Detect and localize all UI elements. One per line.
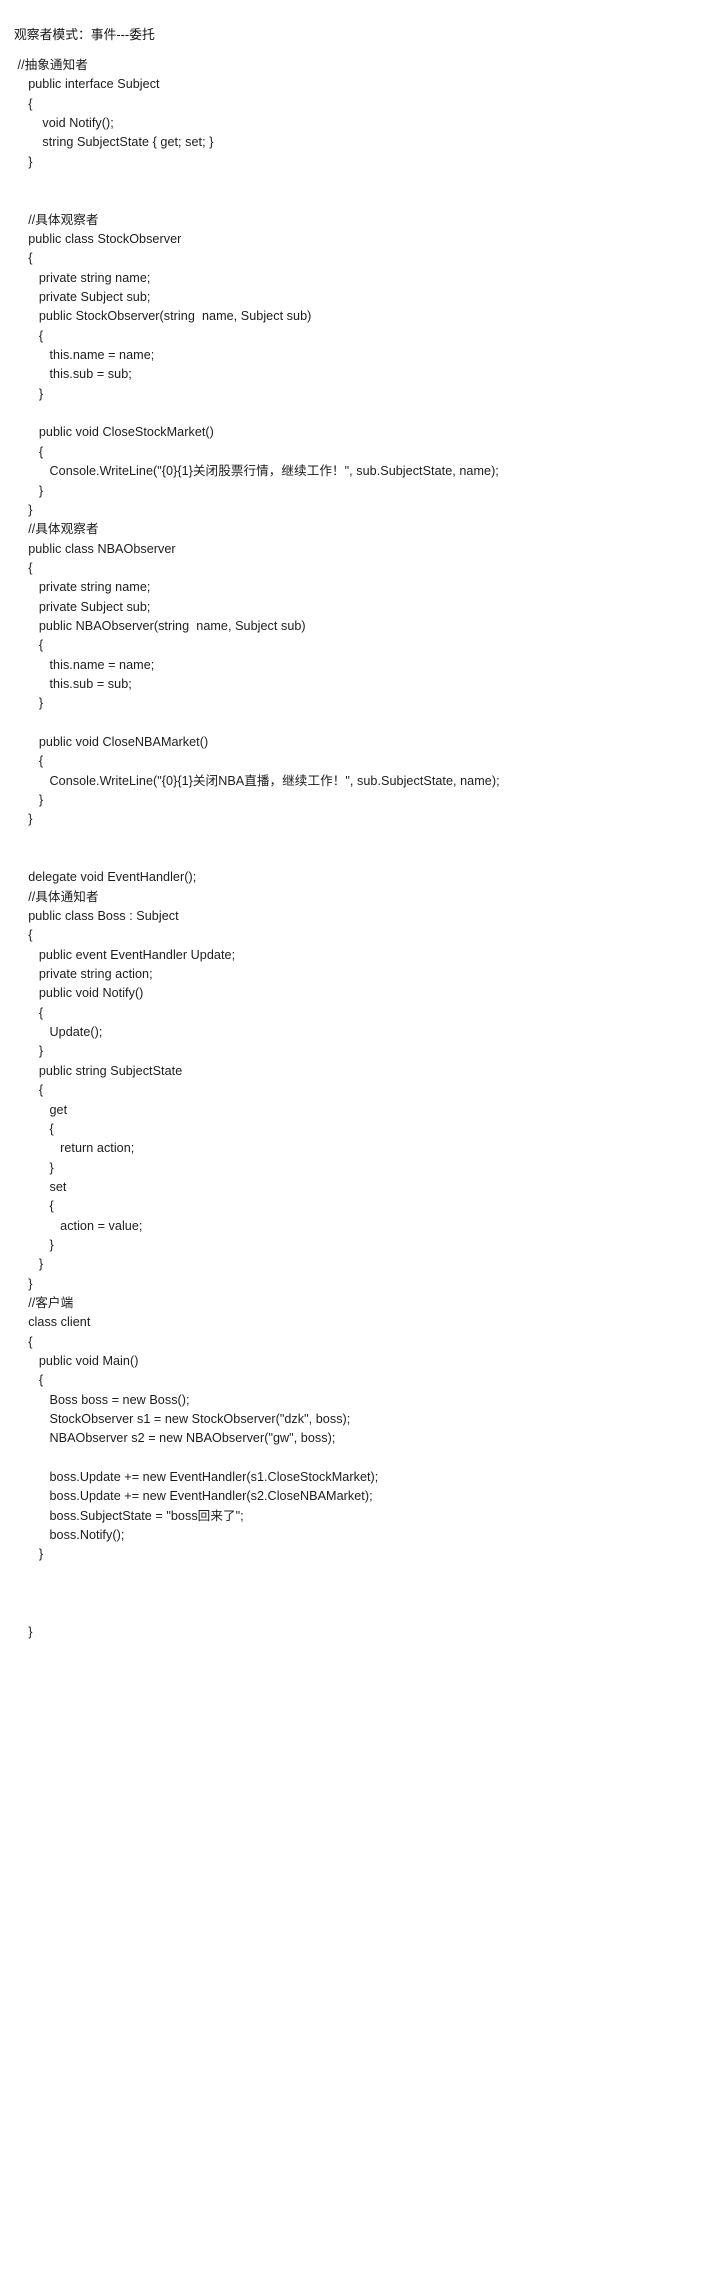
code-line: } xyxy=(14,1276,33,1291)
code-line: NBAObserver s2 = new NBAObserver("gw", b… xyxy=(14,1431,336,1446)
code-line: get xyxy=(14,1102,68,1117)
code-line: } xyxy=(14,793,44,807)
code-line: { xyxy=(14,928,33,943)
code-line: this.sub = sub; xyxy=(14,676,132,691)
code-line: this.name = name; xyxy=(14,657,155,672)
code-line: { xyxy=(14,444,44,459)
code-line: class client xyxy=(14,1315,91,1330)
code-line: } xyxy=(14,1160,54,1175)
code-line: { xyxy=(14,1334,33,1349)
code-line: public string SubjectState xyxy=(14,1063,183,1078)
code-line: public class StockObserver xyxy=(14,232,182,247)
code-line: public void Main() xyxy=(14,1353,139,1368)
code-line: private Subject sub; xyxy=(14,599,151,614)
code-line: { xyxy=(14,1373,44,1388)
code-line: } xyxy=(14,502,33,517)
code-listing: //抽象通知者 public interface Subject { void … xyxy=(14,56,695,1642)
code-line: Console.WriteLine("{0}{1}关闭NBA直播，继续工作！",… xyxy=(14,773,500,788)
code-line: Boss boss = new Boss(); xyxy=(14,1392,190,1407)
code-line: this.name = name; xyxy=(14,348,155,363)
code-line: delegate void EventHandler(); xyxy=(14,870,197,885)
code-line: } xyxy=(14,1257,44,1272)
code-line: public void CloseNBAMarket() xyxy=(14,734,209,749)
code-line: } xyxy=(14,386,44,401)
code-line: //具体通知者 xyxy=(14,889,99,904)
code-line: { xyxy=(14,1083,44,1098)
code-line: } xyxy=(14,812,33,827)
code-line: private string action; xyxy=(14,967,153,982)
code-line: public event EventHandler Update; xyxy=(14,947,236,962)
code-line: public interface Subject xyxy=(14,77,160,92)
code-line: boss.Notify(); xyxy=(14,1528,125,1543)
code-line: { xyxy=(14,1121,54,1136)
code-line: public NBAObserver(string name, Subject … xyxy=(14,618,306,633)
code-line: { xyxy=(14,328,44,343)
code-line: { xyxy=(14,251,33,266)
code-line: private string name; xyxy=(14,270,151,285)
code-line: action = value; xyxy=(14,1218,143,1233)
code-line: StockObserver s1 = new StockObserver("dz… xyxy=(14,1412,351,1426)
page-title: 观察者模式：事件---委托 xyxy=(14,27,155,42)
code-line: //客户端 xyxy=(14,1295,74,1310)
code-line: { xyxy=(14,560,33,575)
code-line: this.sub = sub; xyxy=(14,367,132,382)
code-line: public class Boss : Subject xyxy=(14,909,179,924)
code-line: string SubjectState { get; set; } xyxy=(14,135,214,150)
code-line: public void Notify() xyxy=(14,986,144,1001)
code-line: set xyxy=(14,1179,67,1194)
code-line: { xyxy=(14,96,33,111)
code-line: } xyxy=(14,1237,54,1252)
code-line: } xyxy=(14,696,44,711)
code-line: boss.Update += new EventHandler(s2.Close… xyxy=(14,1489,373,1504)
code-line: { xyxy=(14,1199,54,1214)
code-line: { xyxy=(14,1005,44,1020)
code-line: //抽象通知者 xyxy=(14,57,88,72)
code-line: boss.SubjectState = "boss回来了"; xyxy=(14,1508,244,1523)
code-line: } xyxy=(14,483,44,498)
code-line: public void CloseStockMarket() xyxy=(14,425,214,440)
code-page: 观察者模式：事件---委托 //抽象通知者 public interface S… xyxy=(0,0,701,2269)
code-line: { xyxy=(14,638,44,653)
code-line: Console.WriteLine("{0}{1}关闭股票行情，继续工作！", … xyxy=(14,464,499,479)
code-line: boss.Update += new EventHandler(s1.Close… xyxy=(14,1470,379,1485)
code-line: void Notify(); xyxy=(14,115,114,130)
code-line: } xyxy=(14,1044,44,1059)
code-line: public class NBAObserver xyxy=(14,541,176,556)
code-line: //具体观察者 xyxy=(14,212,99,227)
code-line: } xyxy=(14,1624,33,1639)
code-line: } xyxy=(14,154,33,169)
code-line: public StockObserver(string name, Subjec… xyxy=(14,309,312,324)
code-line: private Subject sub; xyxy=(14,290,151,305)
code-line: return action; xyxy=(14,1141,135,1156)
code-line: Update(); xyxy=(14,1025,103,1040)
code-line: private string name; xyxy=(14,580,151,595)
code-line: } xyxy=(14,1547,44,1562)
code-line: { xyxy=(14,754,44,769)
code-line: //具体观察者 xyxy=(14,522,99,537)
